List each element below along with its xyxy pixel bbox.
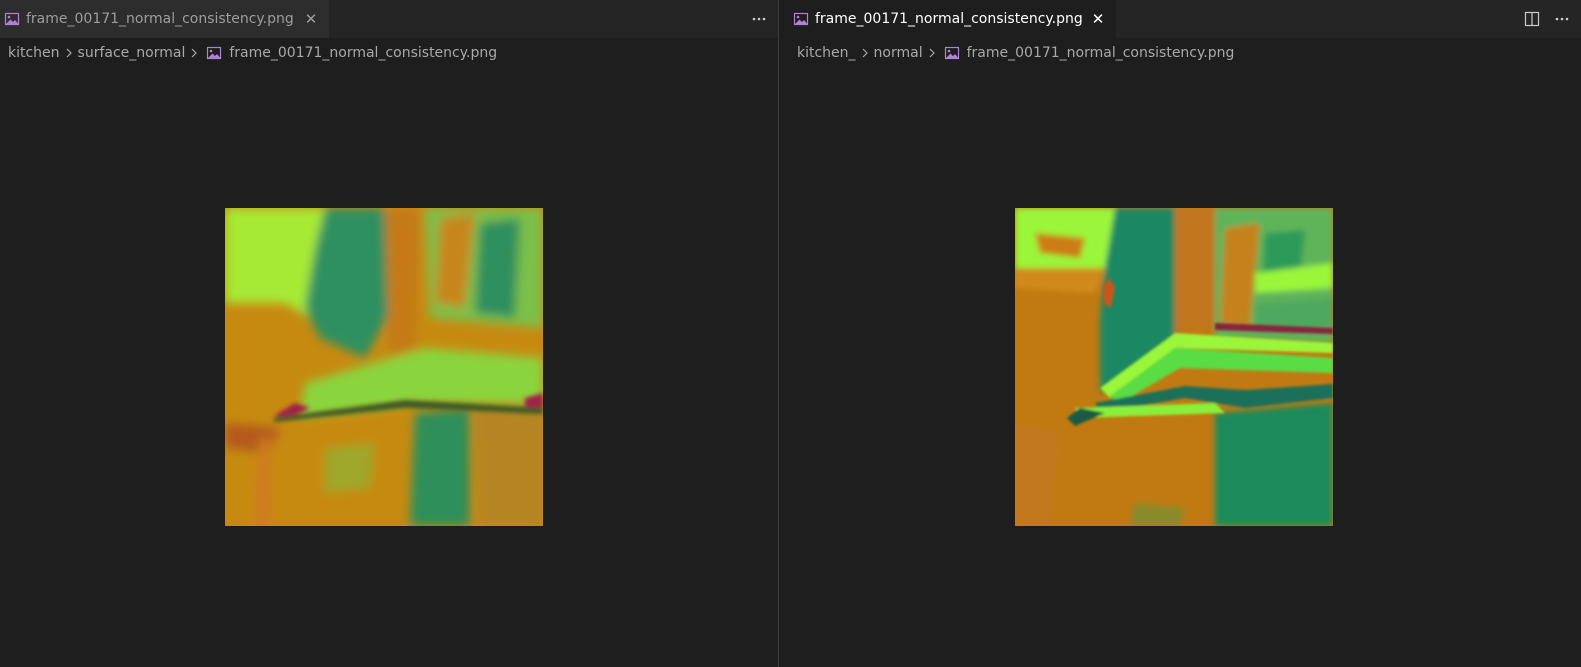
breadcrumb-file-label: frame_00171_normal_consistency.png bbox=[966, 45, 1235, 61]
tab-actions bbox=[1521, 0, 1573, 38]
breadcrumb-item-folder[interactable]: surface_normal bbox=[78, 45, 186, 61]
close-icon[interactable]: ✕ bbox=[1090, 11, 1106, 27]
breadcrumb: kitchen_ normal frame_00171_normal_consi… bbox=[779, 38, 1581, 68]
breadcrumb-item-kitchen[interactable]: kitchen_ bbox=[797, 45, 856, 61]
chevron-right-icon bbox=[925, 47, 939, 59]
more-actions-icon[interactable] bbox=[1551, 8, 1573, 30]
tab-actions bbox=[748, 0, 770, 38]
chevron-right-icon bbox=[858, 47, 872, 59]
image-file-icon bbox=[4, 11, 20, 27]
normal-map-image bbox=[225, 208, 543, 526]
chevron-right-icon bbox=[187, 47, 201, 59]
more-actions-icon[interactable] bbox=[748, 8, 770, 30]
breadcrumb-item-kitchen[interactable]: kitchen bbox=[8, 45, 60, 61]
tab-frame-00171-right[interactable]: frame_00171_normal_consistency.png ✕ bbox=[779, 0, 1116, 38]
breadcrumb-file-label: frame_00171_normal_consistency.png bbox=[229, 45, 498, 61]
breadcrumb-item-file[interactable]: frame_00171_normal_consistency.png bbox=[203, 45, 497, 61]
tab-label: frame_00171_normal_consistency.png bbox=[26, 11, 294, 27]
editor-group-left: frame_00171_normal_consistency.png ✕ kit… bbox=[0, 0, 779, 667]
breadcrumb: kitchen surface_normal frame_00171_norma… bbox=[0, 38, 778, 68]
tab-bar: frame_00171_normal_consistency.png ✕ bbox=[0, 0, 778, 38]
image-file-icon bbox=[793, 11, 809, 27]
workbench: frame_00171_normal_consistency.png ✕ kit… bbox=[0, 0, 1581, 667]
breadcrumb-item-file[interactable]: frame_00171_normal_consistency.png bbox=[941, 45, 1235, 61]
normal-map-image bbox=[1015, 208, 1333, 526]
tab-bar: frame_00171_normal_consistency.png ✕ bbox=[779, 0, 1581, 38]
image-file-icon bbox=[944, 45, 960, 61]
image-file-icon bbox=[206, 45, 222, 61]
breadcrumb-item-folder[interactable]: normal bbox=[874, 45, 923, 61]
chevron-right-icon bbox=[62, 47, 76, 59]
editor-group-right: frame_00171_normal_consistency.png ✕ kit… bbox=[779, 0, 1581, 667]
close-icon[interactable]: ✕ bbox=[303, 11, 319, 27]
tab-label: frame_00171_normal_consistency.png bbox=[815, 11, 1082, 27]
split-editor-icon[interactable] bbox=[1521, 8, 1543, 30]
tab-frame-00171-left[interactable]: frame_00171_normal_consistency.png ✕ bbox=[0, 0, 329, 38]
